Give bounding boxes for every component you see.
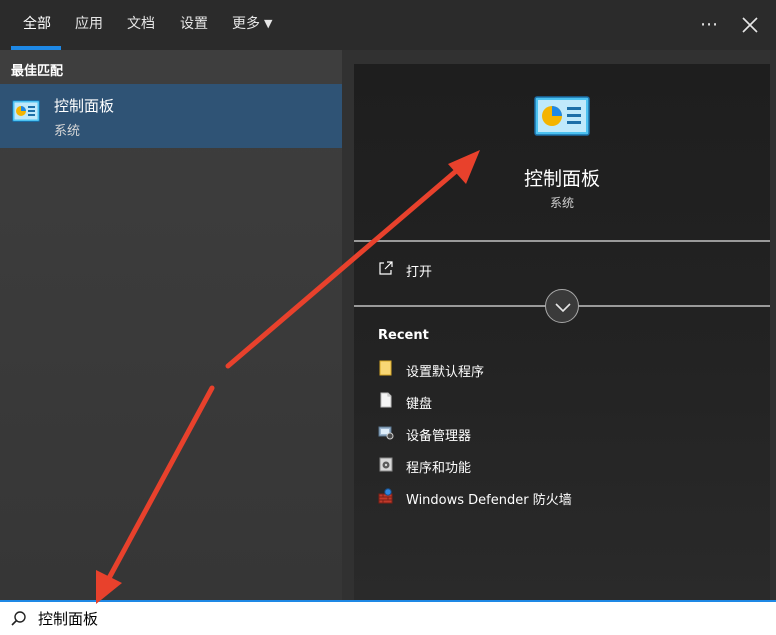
recent-item-label: 设置默认程序: [406, 365, 485, 380]
expand-button[interactable]: [545, 289, 579, 323]
separator-top: [354, 240, 770, 242]
preview-title: 控制面板: [523, 168, 600, 190]
firewall-icon: [378, 488, 393, 504]
recent-item-default-programs[interactable]: 设置默认程序: [378, 358, 738, 382]
recent-item-keyboard[interactable]: 键盘: [378, 390, 738, 414]
device-manager-icon: [378, 426, 394, 440]
tab-documents[interactable]: 文档: [127, 0, 155, 50]
preview-subtitle: 系统: [549, 196, 574, 210]
chevron-down-icon: [555, 303, 571, 313]
top-bar: 全部 应用 文档 设置 更多 ▼ ⋯: [0, 0, 776, 50]
open-action[interactable]: 打开: [354, 252, 770, 288]
tab-more-label: 更多: [232, 16, 260, 32]
recent-item-device-manager[interactable]: 设备管理器: [378, 422, 738, 446]
open-external-icon: [379, 261, 393, 275]
folder-icon: [379, 360, 392, 376]
search-icon: [11, 611, 26, 626]
best-match-result[interactable]: 控制面板 系统: [0, 84, 342, 148]
chevron-down-icon: ▼: [264, 17, 273, 30]
best-match-title: 控制面板: [54, 97, 115, 115]
open-label: 打开: [406, 265, 433, 280]
tab-apps[interactable]: 应用: [75, 0, 103, 50]
recent-item-label: 键盘: [406, 397, 433, 412]
control-panel-icon: [12, 100, 40, 122]
preview-panel: 控制面板 系统 打开 Recent 设置默认程序 键盘 设备管理器 程序和功能 …: [354, 64, 770, 600]
best-match-heading: 最佳匹配: [11, 64, 64, 79]
recent-item-programs-features[interactable]: 程序和功能: [378, 454, 738, 478]
document-icon: [380, 392, 392, 408]
recent-item-label: Windows Defender 防火墙: [406, 493, 572, 508]
close-icon[interactable]: [737, 12, 763, 38]
control-panel-large-icon: [534, 96, 590, 136]
recent-heading: Recent: [378, 328, 429, 343]
recent-item-label: 设备管理器: [406, 429, 472, 444]
recent-item-firewall[interactable]: Windows Defender 防火墙: [378, 486, 738, 510]
recent-item-label: 程序和功能: [406, 461, 472, 476]
more-options-icon[interactable]: ⋯: [696, 12, 722, 38]
tab-settings[interactable]: 设置: [180, 0, 208, 50]
tab-more[interactable]: 更多 ▼: [232, 0, 272, 50]
tab-all[interactable]: 全部: [23, 0, 51, 50]
search-bar: [0, 600, 776, 635]
search-input[interactable]: [38, 610, 638, 627]
programs-icon: [379, 457, 393, 472]
best-match-subtitle: 系统: [54, 124, 81, 139]
results-panel: 最佳匹配 控制面板 系统: [0, 50, 342, 600]
